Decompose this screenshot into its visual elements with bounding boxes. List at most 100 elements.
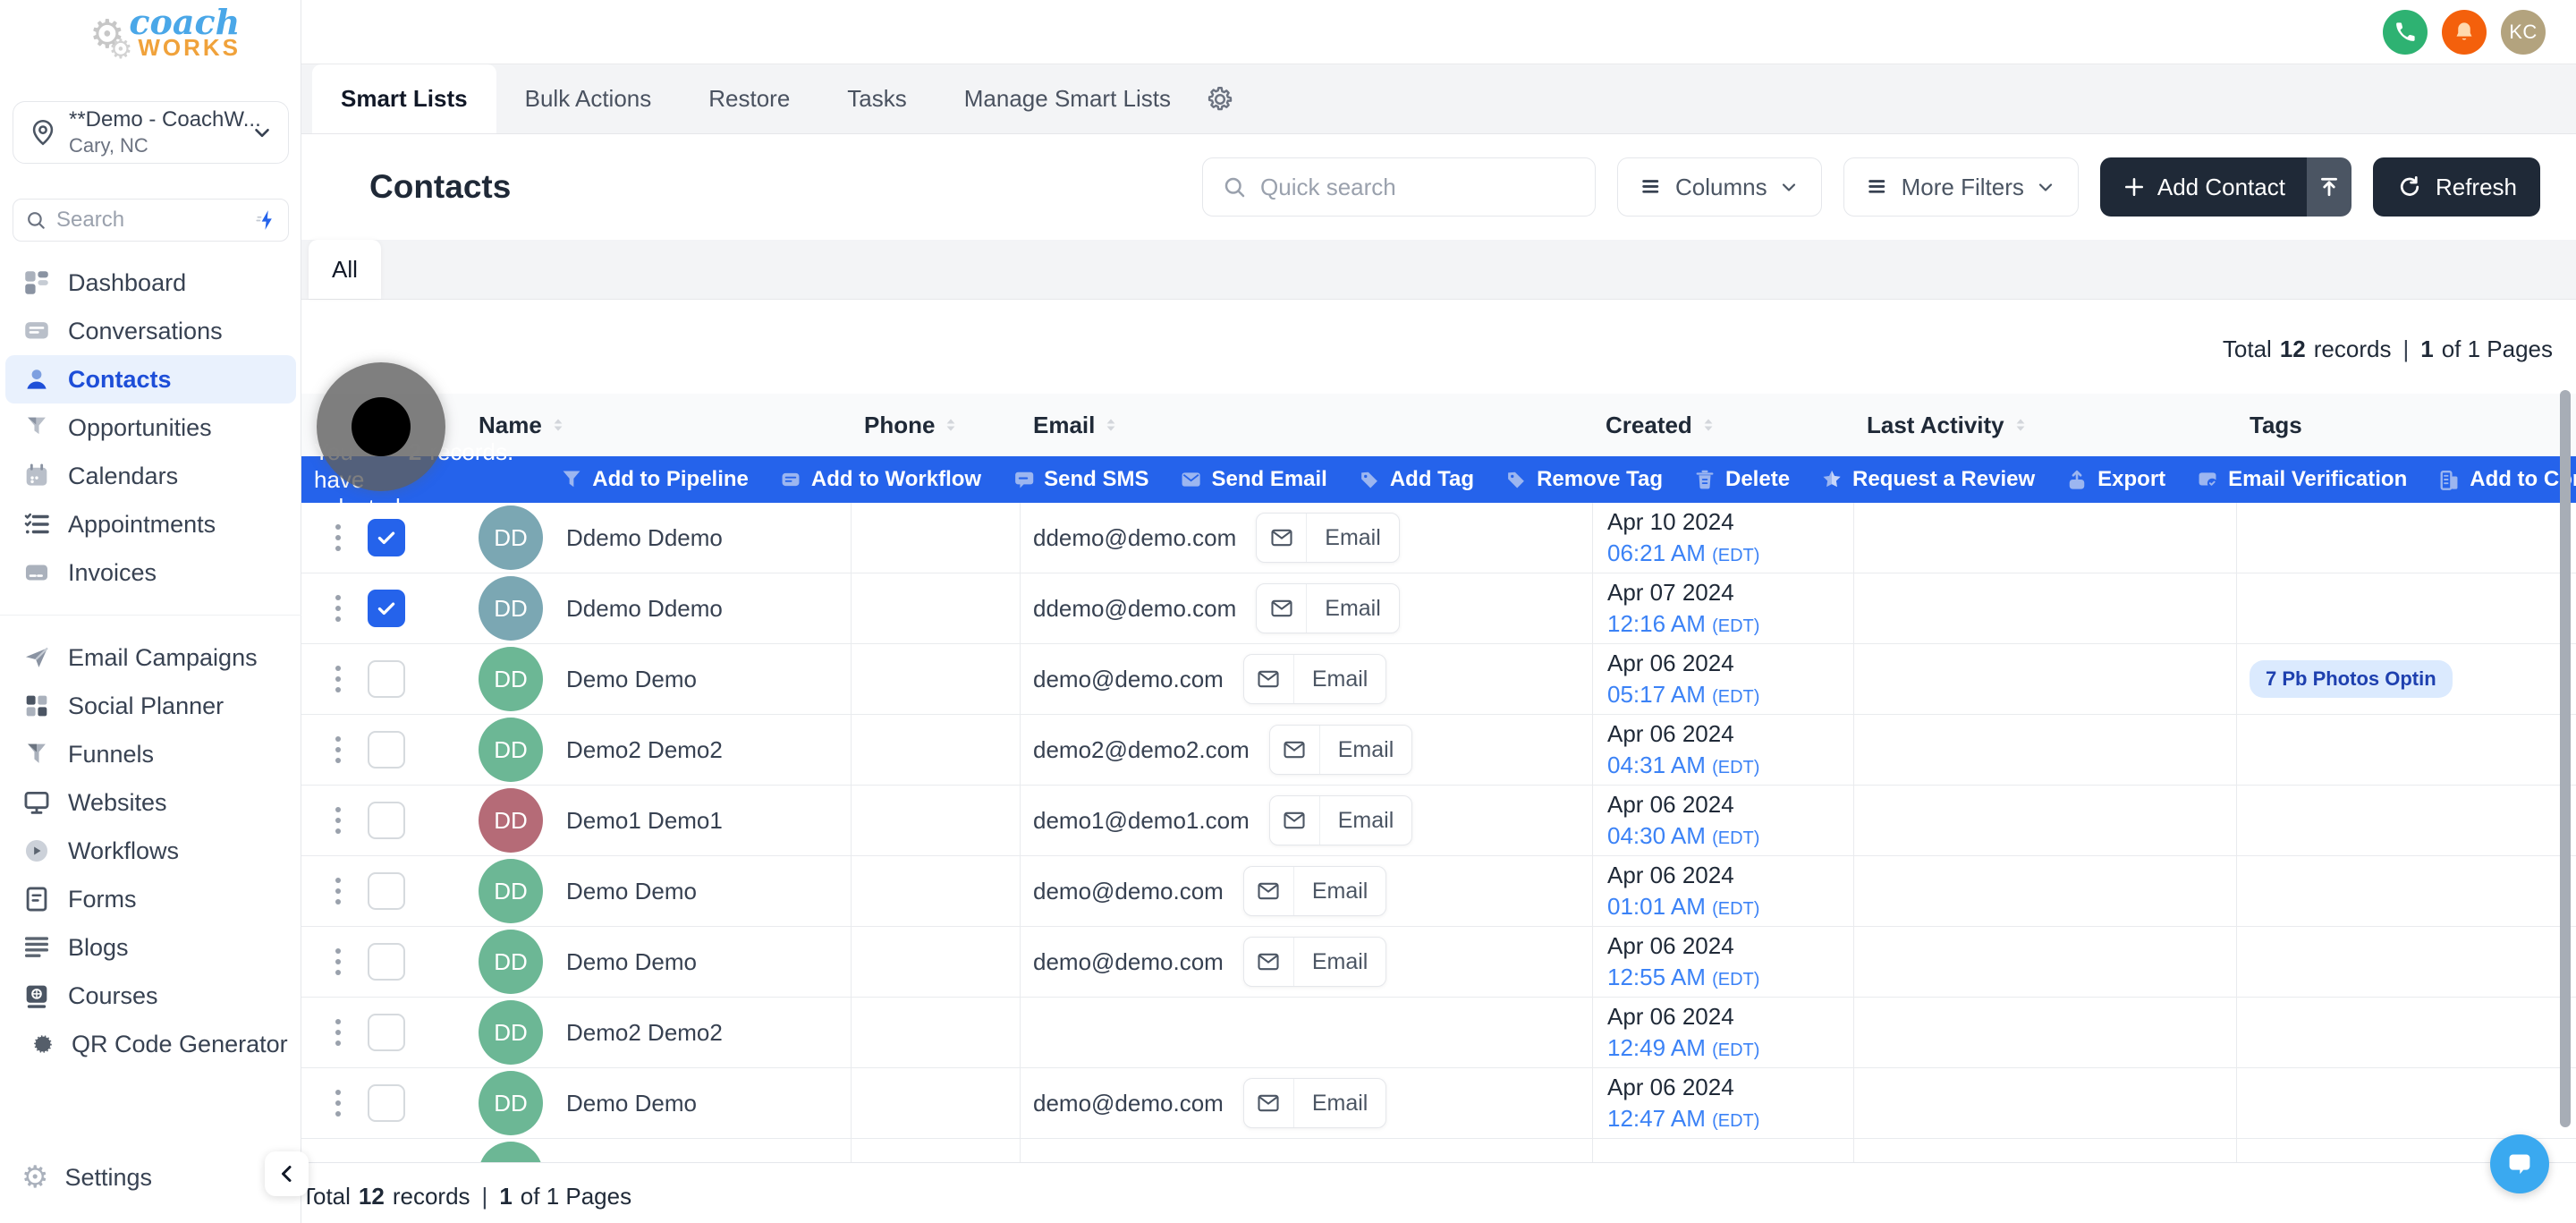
more-filters-button[interactable]: More Filters [1843,157,2079,217]
send-email-button[interactable]: Email [1243,654,1387,704]
sidebar-item-conversations[interactable]: Conversations [0,307,301,355]
sort-icon[interactable] [549,416,567,434]
sort-icon[interactable] [942,416,960,434]
add-to-pipeline-button[interactable]: Add to Pipeline [560,467,749,492]
tag-pill[interactable]: 7 Pb Photos Optin [2250,660,2453,698]
add-tag-button[interactable]: Add Tag [1358,467,1474,492]
sidebar-item-qr-code-generator[interactable]: QR Code Generator [0,1020,301,1068]
contact-email: demo@demo.com [1033,948,1224,976]
export-button[interactable]: Export [2065,467,2165,492]
row-checkbox[interactable] [368,1084,405,1122]
contact-name[interactable]: Demo1 Demo1 [566,807,723,835]
contact-name[interactable]: Ddemo Ddemo [566,524,723,552]
row-menu-button[interactable] [330,660,346,698]
contact-name[interactable]: Demo Demo [566,948,697,976]
sidebar-item-websites[interactable]: Websites [0,778,301,827]
email-verification-button[interactable]: Email Verification [2196,467,2407,492]
send-email-button[interactable]: Email [1243,937,1387,987]
row-menu-button[interactable] [330,519,346,556]
add-to-company-button[interactable]: Add to Company [2437,467,2576,492]
sort-icon[interactable] [2012,416,2029,434]
row-checkbox[interactable] [368,802,405,839]
add-to-workflow-button[interactable]: Add to Workflow [779,467,981,492]
tab-manage-smart-lists[interactable]: Manage Smart Lists [936,64,1199,133]
chat-launcher-button[interactable] [2490,1134,2549,1193]
sidebar-item-courses[interactable]: Courses [0,972,301,1020]
contact-name[interactable]: Demo Demo [566,1090,697,1117]
row-menu-button[interactable] [330,590,346,627]
sort-icon[interactable] [1699,416,1717,434]
row-checkbox[interactable] [368,1014,405,1051]
sidebar-item-blogs[interactable]: Blogs [0,923,301,972]
refresh-button[interactable]: Refresh [2373,157,2540,217]
sidebar-item-settings[interactable]: ⚙ Settings [0,1153,301,1202]
sort-icon[interactable] [1102,416,1120,434]
row-checkbox[interactable] [368,590,405,627]
column-header-created[interactable]: Created [1592,412,1853,439]
contact-name[interactable]: Demo2 Demo2 [566,1019,723,1047]
contact-name[interactable]: Demo Demo [566,878,697,905]
contact-name[interactable]: Ddemo Ddemo [566,595,723,623]
tab-tasks[interactable]: Tasks [818,64,935,133]
column-header-name[interactable]: Name [465,412,851,439]
send-email-button[interactable]: Email [1243,1078,1387,1128]
power-bolt-icon[interactable] [254,208,277,232]
sidebar-item-appointments[interactable]: Appointments [0,500,301,548]
view-tab-all[interactable]: All [309,240,381,299]
smart-list-settings-button[interactable] [1205,64,1235,133]
sidebar-item-dashboard[interactable]: Dashboard [0,259,301,307]
contact-name[interactable]: Demo2 Demo2 [566,736,723,764]
send-email-button[interactable]: Send Email [1179,467,1326,492]
phone-button[interactable] [2383,10,2428,55]
sidebar-item-social-planner[interactable]: Social Planner [0,682,301,730]
row-menu-button[interactable] [330,943,346,981]
send-email-button[interactable]: Email [1269,725,1413,775]
tab-restore[interactable]: Restore [680,64,818,133]
row-checkbox[interactable] [368,943,405,981]
quick-search[interactable] [1202,157,1596,217]
tab-smart-lists[interactable]: Smart Lists [312,64,496,133]
sidebar-item-email-campaigns[interactable]: Email Campaigns [0,633,301,682]
notifications-button[interactable] [2442,10,2487,55]
row-checkbox[interactable] [368,660,405,698]
column-header-last-activity[interactable]: Last Activity [1853,412,2236,439]
sidebar-item-opportunities[interactable]: Opportunities [0,403,301,452]
row-checkbox[interactable] [368,519,405,556]
row-menu-button[interactable] [330,731,346,769]
row-checkbox[interactable] [368,872,405,910]
column-header-email[interactable]: Email [1020,412,1592,439]
sidebar-item-forms[interactable]: Forms [0,875,301,923]
remove-tag-button[interactable]: Remove Tag [1504,467,1663,492]
sidebar-item-contacts[interactable]: Contacts [5,355,296,403]
send-email-button[interactable]: Email [1243,866,1387,916]
location-switcher[interactable]: **Demo - CoachW... Cary, NC [13,101,289,164]
sidebar-item-label: Funnels [68,741,154,769]
sidebar-search[interactable] [13,199,289,242]
sidebar-search-input[interactable] [56,208,245,233]
tab-bulk-actions[interactable]: Bulk Actions [496,64,681,133]
add-contact-button[interactable]: Add Contact [2100,157,2307,217]
user-avatar[interactable]: KC [2501,10,2546,55]
row-menu-button[interactable] [330,1014,346,1051]
vertical-scrollbar[interactable] [2560,390,2571,1127]
row-menu-button[interactable] [330,1084,346,1122]
contact-name[interactable]: Demo Demo [566,666,697,693]
send-email-button[interactable]: Email [1256,583,1400,633]
row-checkbox[interactable] [368,731,405,769]
send-email-button[interactable]: Email [1256,513,1400,563]
sidebar-item-funnels[interactable]: Funnels [0,730,301,778]
send-email-button[interactable]: Email [1269,795,1413,845]
columns-button[interactable]: Columns [1617,157,1822,217]
quick-search-input[interactable] [1260,174,1577,201]
sidebar-item-calendars[interactable]: Calendars [0,452,301,500]
delete-button[interactable]: Delete [1693,467,1790,492]
request-review-button[interactable]: Request a Review [1820,467,2035,492]
send-sms-button[interactable]: Send SMS [1012,467,1148,492]
sidebar-collapse-button[interactable] [265,1151,309,1196]
sidebar-item-label: Appointments [68,511,216,539]
column-header-phone[interactable]: Phone [851,412,1020,439]
row-menu-button[interactable] [330,872,346,910]
row-menu-button[interactable] [330,802,346,839]
sidebar-item-workflows[interactable]: Workflows [0,827,301,875]
import-contacts-button[interactable] [2307,157,2351,217]
